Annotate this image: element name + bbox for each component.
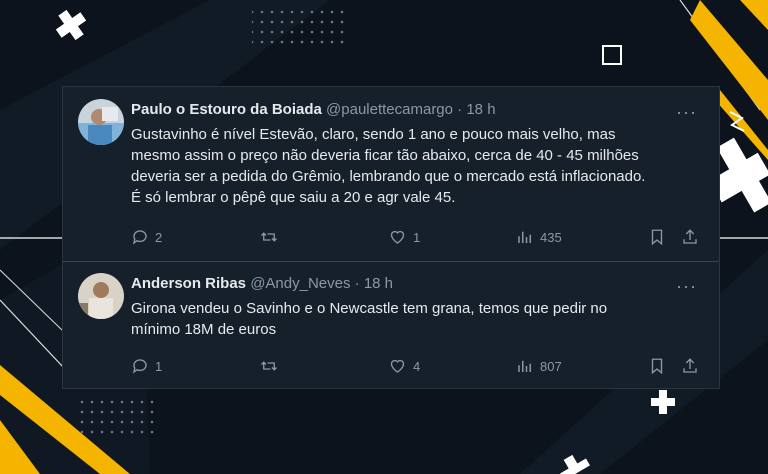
bookmark-button[interactable] [649,228,665,246]
display-name[interactable]: Paulo o Estouro da Boiada [131,101,322,118]
tweet-text: Gustavinho é nível Estevão, claro, sendo… [131,124,711,208]
tweet-actions: 1 4 807 [131,357,699,377]
dot-grid-top [252,8,347,44]
heart-icon [390,359,405,373]
reply-icon [132,230,147,245]
more-dots-icon[interactable]: ··· [676,277,697,295]
views-chart-icon [518,231,531,243]
tweet[interactable]: Anderson Ribas @Andy_Neves · 18 h ··· Gi… [63,261,719,390]
tweet-text-line: Girona vendeu o Savinho e o Newcastle te… [131,300,608,317]
reply-icon [132,359,147,374]
tweet-thread-card: Paulo o Estouro da Boiada @paulettecamar… [62,86,720,389]
tweet-actions: 2 1 435 [131,228,699,248]
tweet-text-line: mesmo assim o preço não deveria ficar tã… [131,147,639,164]
reply-count: 2 [155,229,163,245]
share-icon [683,358,697,373]
user-handle[interactable]: @Andy_Neves [250,275,350,292]
tweet-text-line: É só lembrar o pêpê que saiu a 20 e agr … [131,189,456,206]
timestamp[interactable]: 18 h [364,275,393,292]
bookmark-icon [651,229,663,246]
tweet-text-line: mínimo 18M de euros [131,321,277,338]
like-button[interactable]: 4 [388,357,420,375]
retweet-button[interactable] [259,228,285,246]
share-icon [683,229,697,244]
reply-button[interactable]: 1 [131,357,162,375]
separator: · [354,275,360,292]
tweet-text: Girona vendeu o Savinho e o Newcastle te… [131,298,711,340]
tweet-header: Paulo o Estouro da Boiada @paulettecamar… [131,100,496,120]
share-button[interactable] [681,228,699,246]
bookmark-icon [651,358,663,375]
retweet-icon [261,361,277,371]
view-count: 807 [540,358,562,374]
reply-count: 1 [155,358,163,374]
timestamp[interactable]: 18 h [466,101,495,118]
like-count: 1 [413,229,421,245]
separator: · [457,101,463,118]
retweet-icon [261,232,277,242]
like-button[interactable]: 1 [388,228,420,246]
avatar[interactable] [78,99,124,145]
retweet-button[interactable] [259,357,285,375]
display-name[interactable]: Anderson Ribas [131,275,246,292]
view-count: 435 [540,229,562,245]
avatar[interactable] [78,273,124,319]
like-count: 4 [413,358,421,374]
views-chart-icon [518,360,531,372]
tweet-text-line: Gustavinho é nível Estevão, claro, sendo… [131,126,616,143]
views-button[interactable]: 807 [516,357,562,375]
views-button[interactable]: 435 [516,228,562,246]
tweet[interactable]: Paulo o Estouro da Boiada @paulettecamar… [63,87,719,262]
more-dots-icon[interactable]: ··· [676,103,697,121]
tweet-text-line: deveria ser a pedida do Grêmio, lembrand… [131,168,646,185]
tweet-header: Anderson Ribas @Andy_Neves · 18 h [131,274,393,294]
share-button[interactable] [681,357,699,375]
user-handle[interactable]: @paulettecamargo [326,101,453,118]
dot-grid-bottom [75,398,155,434]
bookmark-button[interactable] [649,357,665,375]
reply-button[interactable]: 2 [131,228,162,246]
heart-icon [390,230,405,244]
